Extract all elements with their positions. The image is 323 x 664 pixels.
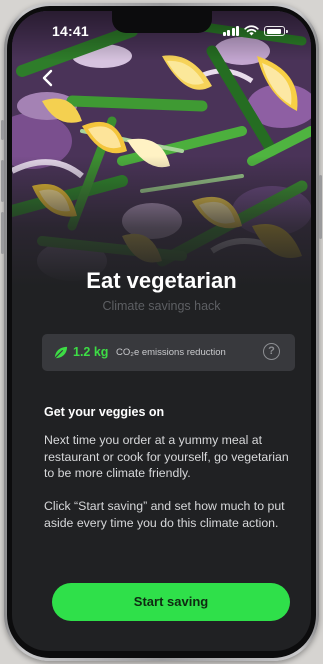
savings-label: CO₂e emissions reduction	[116, 347, 226, 358]
hero-bottom-fade	[12, 156, 311, 286]
status-bar: 14:41	[12, 11, 311, 45]
volume-down-button	[1, 212, 4, 254]
vegetables-photo	[12, 11, 311, 286]
section-heading: Get your veggies on	[44, 405, 165, 419]
battery-icon	[264, 26, 288, 36]
volume-up-button	[1, 160, 4, 202]
emissions-savings-card: 1.2 kg CO₂e emissions reduction ?	[42, 334, 295, 371]
leaf-icon	[54, 346, 68, 359]
power-button	[319, 175, 322, 239]
page: 14:41 Eat vegetarian Climate savings hac…	[0, 0, 323, 664]
chevron-left-icon	[42, 69, 53, 87]
instruction-paragraph: Click “Start saving” and set how much to…	[44, 499, 285, 530]
status-time: 14:41	[52, 23, 89, 39]
cellular-signal-icon	[222, 25, 239, 36]
question-circle-icon[interactable]: ?	[263, 343, 280, 360]
start-saving-button[interactable]: Start saving	[52, 583, 290, 621]
wifi-icon	[244, 25, 259, 36]
camera-notch	[112, 11, 212, 33]
back-button[interactable]	[36, 66, 60, 90]
savings-amount: 1.2 kg	[73, 345, 109, 359]
page-title: Eat vegetarian	[86, 268, 237, 293]
app-screen: 14:41 Eat vegetarian Climate savings hac…	[12, 11, 311, 651]
mute-switch	[1, 120, 4, 140]
page-subtitle: Climate savings hack	[102, 299, 221, 313]
status-icons	[222, 24, 288, 36]
description-paragraph: Next time you order at a yummy meal at r…	[44, 433, 289, 481]
